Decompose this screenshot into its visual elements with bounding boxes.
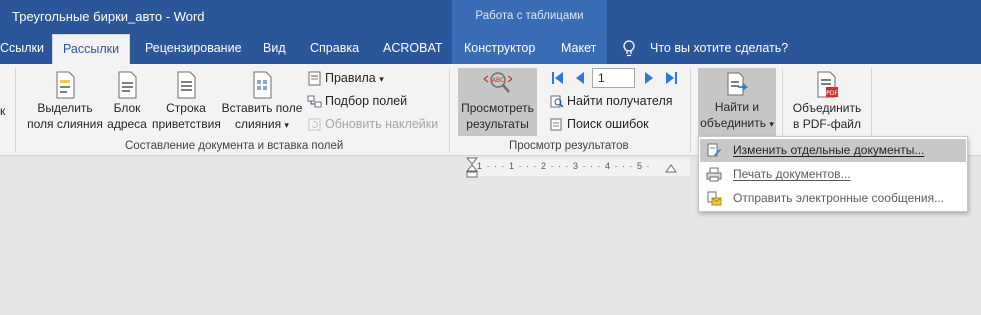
update-labels-button[interactable]: Обновить наклейки <box>307 114 438 134</box>
send-email-label: Отправить электронные сообщения... <box>733 191 945 205</box>
tab-view[interactable]: Вид <box>261 34 288 64</box>
preview-line2: результаты <box>466 117 529 131</box>
first-record-icon[interactable] <box>550 70 566 86</box>
address-line2: адреса <box>107 117 147 131</box>
find-recipient-icon <box>550 95 564 108</box>
menu-item-edit-documents[interactable]: Изменить отдельные документы... <box>700 139 966 162</box>
highlight-line2: поля слияния <box>27 117 103 131</box>
ruler-ticks: 1 · · · 1 · · · 2 · · · 3 · · · 4 · · · … <box>477 161 651 171</box>
find-recipient-button[interactable]: Найти получателя <box>549 91 673 111</box>
greeting-line-icon <box>177 71 196 99</box>
finish-merge-icon <box>727 72 749 96</box>
insert-field-icon <box>253 71 272 99</box>
tab-mailings[interactable]: Рассылки <box>52 34 131 64</box>
previous-record-icon[interactable] <box>572 70 588 86</box>
print-documents-label: Печать документов... <box>733 167 851 181</box>
tab-table-design[interactable]: Конструктор <box>462 34 537 64</box>
preview-results-button[interactable]: ABC Просмотреть результаты <box>458 68 537 136</box>
match-fields-icon <box>307 95 322 108</box>
preview-group-label: Просмотр результатов <box>509 140 629 152</box>
chevron-down-icon: ▾ <box>379 74 384 84</box>
edit-documents-icon <box>707 143 721 157</box>
pdf-line2: в PDF-файл <box>793 117 861 131</box>
edit-documents-label: Изменить отдельные документы... <box>733 143 925 157</box>
address-block-button[interactable]: Блок адреса <box>106 70 148 136</box>
finish-merge-dropdown: Изменить отдельные документы... Печать д… <box>698 136 968 212</box>
check-errors-label: Поиск ошибок <box>567 117 649 131</box>
update-labels-icon <box>308 118 321 131</box>
chevron-down-icon: ▾ <box>284 120 289 130</box>
svg-text:ABC: ABC <box>491 77 503 84</box>
preview-results-icon: ABC <box>483 72 512 93</box>
finish-and-merge-button[interactable]: Найти и объединить ▾ <box>698 68 776 136</box>
find-recipient-label: Найти получателя <box>567 94 673 108</box>
insert-field-line1: Вставить поле <box>221 101 303 115</box>
lightbulb-icon <box>623 40 635 57</box>
menu-item-print-documents[interactable]: Печать документов... <box>700 163 966 186</box>
address-line1: Блок <box>113 101 141 115</box>
match-fields-button[interactable]: Подбор полей <box>307 91 407 111</box>
right-indent-icon[interactable] <box>665 163 677 173</box>
pdf-merge-icon: PDF <box>817 71 838 98</box>
last-record-icon[interactable] <box>663 70 679 86</box>
insert-field-line2: слияния <box>235 117 282 131</box>
greeting-line-button[interactable]: Строка приветствия <box>152 70 221 136</box>
next-record-icon[interactable] <box>641 70 657 86</box>
group-separator <box>15 68 16 152</box>
pdf-line1: Объединить <box>792 101 862 115</box>
greeting-line1: Строка <box>166 101 206 115</box>
greeting-line2: приветствия <box>152 117 221 131</box>
address-block-icon <box>118 71 137 99</box>
svg-text:PDF: PDF <box>826 90 838 97</box>
rules-icon <box>308 71 321 86</box>
tab-review[interactable]: Рецензирование <box>143 34 244 64</box>
partial-button-label[interactable]: к <box>0 104 5 118</box>
compose-group-label: Составление документа и вставка полей <box>125 140 344 152</box>
update-labels-label: Обновить наклейки <box>325 117 439 131</box>
group-separator <box>690 68 691 152</box>
finish-line2: объединить <box>700 116 766 130</box>
tab-help[interactable]: Справка <box>308 34 361 64</box>
highlight-line1: Выделить <box>37 101 93 115</box>
contextual-group-title: Работа с таблицами <box>475 10 584 22</box>
tab-references[interactable]: Ссылки <box>0 34 46 64</box>
tab-table-layout[interactable]: Макет <box>559 34 598 64</box>
chevron-down-icon: ▾ <box>769 119 774 129</box>
send-email-icon <box>707 191 722 206</box>
highlight-merge-fields-button[interactable]: Выделить поля слияния <box>24 70 106 136</box>
print-documents-icon <box>706 167 722 182</box>
rules-button[interactable]: Правила ▾ <box>307 68 384 88</box>
group-separator <box>449 68 450 152</box>
merge-to-pdf-button[interactable]: PDF Объединить в PDF-файл <box>788 68 866 136</box>
check-errors-button[interactable]: Поиск ошибок <box>549 114 649 134</box>
tab-acrobat[interactable]: ACROBAT <box>381 34 445 64</box>
preview-line1: Просмотреть <box>461 101 534 115</box>
rules-label: Правила <box>325 71 376 85</box>
check-errors-icon <box>550 118 562 131</box>
match-fields-label: Подбор полей <box>325 94 408 108</box>
menu-item-send-email[interactable]: Отправить электронные сообщения... <box>700 187 966 210</box>
document-title: Треугольные бирки_авто - Word <box>12 9 205 24</box>
insert-merge-field-button[interactable]: Вставить поле слияния ▾ <box>220 70 304 136</box>
finish-line1: Найти и <box>714 100 760 114</box>
record-number-input[interactable]: 1 <box>592 68 635 88</box>
tell-me-search[interactable]: Что вы хотите сделать? <box>650 41 788 55</box>
highlight-fields-icon <box>56 71 75 99</box>
